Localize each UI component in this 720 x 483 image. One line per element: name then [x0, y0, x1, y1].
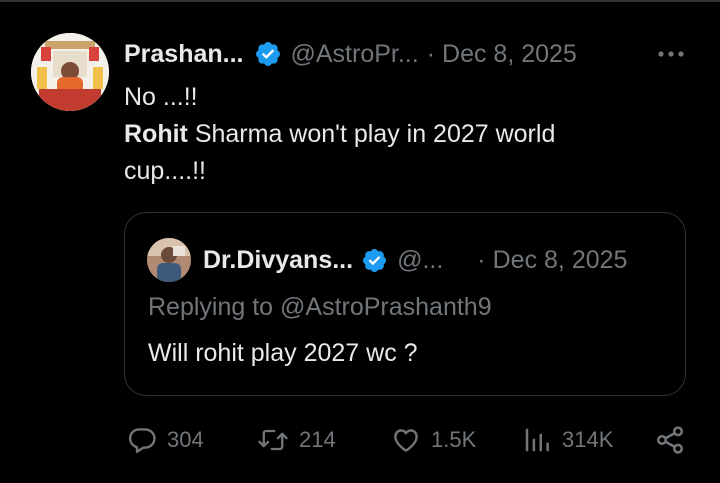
- tweet-text-line-3: cup....!!: [124, 157, 206, 185]
- tweet-text: No ...!! Rohit Sharma won't play in 2027…: [124, 79, 644, 190]
- tweet-text-line-2: Rohit Sharma won't play in 2027 world: [124, 116, 644, 153]
- repost-button[interactable]: 214: [257, 418, 336, 462]
- views-icon: [522, 425, 552, 455]
- author-handle[interactable]: @AstroPr...: [291, 40, 419, 69]
- tweet-text-line-2-rest: Sharma won't play in 2027 world: [187, 120, 556, 148]
- tweet-text-bold: Rohit: [124, 120, 188, 148]
- author-name[interactable]: Prashan...: [124, 40, 244, 69]
- quoted-tweet-text: Will rohit play 2027 wc ?: [148, 339, 418, 367]
- separator-dot: ·: [426, 39, 436, 68]
- tweet-header: Prashan... @AstroPr... · Dec 8, 2025: [124, 38, 694, 70]
- like-count: 1.5K: [431, 427, 477, 452]
- reply-icon: [127, 425, 157, 455]
- quoted-tweet-date[interactable]: Dec 8, 2025: [493, 246, 628, 275]
- views-button[interactable]: 314K: [522, 418, 613, 462]
- author-avatar[interactable]: [31, 33, 109, 111]
- tweet-date[interactable]: Dec 8, 2025: [442, 40, 577, 69]
- views-count: 314K: [562, 427, 614, 452]
- repost-icon: [257, 425, 289, 455]
- quoted-tweet-card[interactable]: Dr.Divyans... @... · Dec 8, 2025 Replyin…: [124, 212, 686, 396]
- separator-dot: ·: [477, 245, 486, 274]
- verified-badge-icon[interactable]: [254, 40, 282, 68]
- reply-count: 304: [167, 427, 204, 452]
- tweet-text-line-1: No ...!!: [124, 83, 198, 111]
- like-button[interactable]: 1.5K: [391, 418, 476, 462]
- quoted-author-name[interactable]: Dr.Divyans...: [203, 246, 353, 275]
- like-icon: [391, 425, 421, 455]
- quoted-author-handle[interactable]: @...: [397, 246, 443, 275]
- quoted-tweet-header: Dr.Divyans... @... · Dec 8, 2025: [203, 243, 673, 277]
- share-button[interactable]: [654, 418, 686, 462]
- verified-badge-icon[interactable]: [361, 247, 388, 274]
- quoted-author-avatar[interactable]: [147, 238, 191, 282]
- share-icon: [654, 424, 686, 456]
- more-options-icon[interactable]: [656, 42, 686, 66]
- replying-to-text: Replying to @AstroPrashanth9: [148, 293, 492, 321]
- action-bar: 304 214 1.5K 314K: [0, 418, 720, 462]
- top-divider: [0, 0, 720, 2]
- reply-button[interactable]: 304: [127, 418, 204, 462]
- repost-count: 214: [299, 427, 336, 452]
